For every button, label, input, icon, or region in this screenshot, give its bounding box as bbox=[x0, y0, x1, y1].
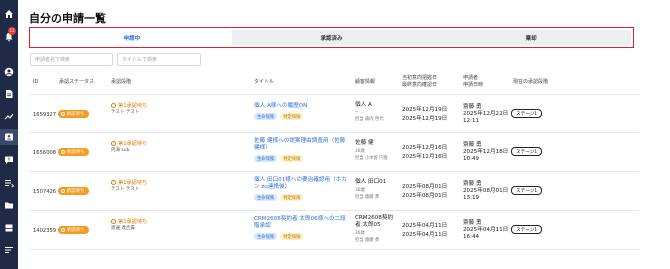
row-id: 1656008 bbox=[33, 150, 57, 156]
title-cell: 個人 田口01様への要治確認用（ホカン zu連携後） 生命保険 特定保険 bbox=[254, 177, 349, 201]
stage-cell: 第1承認待ち 渡邊 達吉貴 bbox=[111, 219, 148, 231]
table-row[interactable]: 1402359 承認待ち 第1承認待ち 渡邊 達吉貴 CRM2608契約者 太郎… bbox=[29, 211, 639, 250]
user-circle-icon[interactable] bbox=[3, 66, 15, 78]
tab-rejected[interactable]: 棄却 bbox=[431, 30, 631, 45]
header-id: ID bbox=[33, 79, 39, 85]
app-root: 11 自分の申請一覧 申請中 承認済み 棄却 申請者名で検索 タイトルで検索 I… bbox=[0, 0, 670, 269]
tab-bar-highlight: 申請中 承認済み 棄却 bbox=[29, 27, 634, 48]
table-row[interactable]: 1507426 承認待ち 第1承認待ち テスト テスト 個人 田口01様への要治… bbox=[29, 172, 639, 211]
title-cell: 個人 A様への履歴ON 生命保険 特定保険 bbox=[254, 103, 349, 120]
status-badge: 承認待ち bbox=[58, 148, 89, 156]
header-current-stage: 現在の承認段階 bbox=[513, 79, 549, 85]
request-title-link[interactable]: CRM2608契約者 太郎06様への二段階承認 bbox=[254, 216, 349, 230]
tag-life-insurance: 生命保険 bbox=[254, 113, 278, 120]
list-icon[interactable] bbox=[3, 177, 15, 189]
customer-cell: 個人 A -- 担当 森内 啓代 bbox=[355, 102, 384, 122]
header-title: タイトル bbox=[254, 79, 275, 85]
customer-cell: CRM2608契約者 太郎05 36歳 担当 齋藤 勇 bbox=[355, 215, 394, 243]
header-status: 承認ステータス bbox=[59, 79, 95, 85]
tag-life-insurance: 生命保険 bbox=[254, 233, 278, 240]
stage-cell: 第1承認待ち 内海 sub bbox=[111, 141, 148, 153]
home-icon[interactable] bbox=[3, 8, 15, 20]
table-body: 1659327 承認待ち 第1承認待ち テスト テスト 個人 A様への履歴ON … bbox=[29, 94, 639, 250]
clock-icon bbox=[61, 189, 65, 193]
clock-icon bbox=[111, 219, 116, 224]
customer-cell: 佐藤 健 36歳 担当 小木曽 円香 bbox=[355, 140, 388, 161]
header-customer: 顧客情報 bbox=[355, 79, 376, 85]
stage-cell: 第1承認待ち テスト テスト bbox=[111, 180, 148, 192]
person-card-icon[interactable] bbox=[0, 129, 18, 145]
main-content: 自分の申請一覧 申請中 承認済み 棄却 ID 承認ステータス 承認段階 タイトル… bbox=[18, 0, 670, 269]
filter-list-icon[interactable] bbox=[3, 244, 15, 256]
current-stage-button[interactable]: ステージ1 bbox=[511, 186, 543, 195]
tab-pending[interactable]: 申請中 bbox=[32, 30, 232, 45]
applicant-search-input[interactable] bbox=[30, 53, 113, 66]
title-cell: 佐藤 健様への提案理由調査用（佐藤健様） 生命保険 特定保険 bbox=[254, 138, 349, 162]
header-applied-at: 申請日時 bbox=[463, 82, 484, 88]
header-applicant: 申請者 bbox=[463, 75, 479, 81]
dates-cell: 2025年12月19日 2025年12月19日 bbox=[402, 107, 448, 122]
request-title-link[interactable]: 個人 A様への履歴ON bbox=[254, 103, 349, 110]
row-id: 1507426 bbox=[33, 189, 57, 195]
header-initial-date: 当初意向把握日 bbox=[402, 75, 438, 81]
current-stage-button[interactable]: ステージ1 bbox=[511, 225, 543, 234]
tag-specified-insurance: 特定保険 bbox=[280, 113, 304, 120]
status-badge: 承認待ち bbox=[58, 226, 89, 234]
status-badge: 承認待ち bbox=[58, 187, 89, 195]
applicant-cell: 齋藤 勇 2025年08月01日 13:19 bbox=[463, 181, 509, 201]
table-row[interactable]: 1659327 承認待ち 第1承認待ち テスト テスト 個人 A様への履歴ON … bbox=[29, 94, 639, 133]
current-stage-button[interactable]: ステージ1 bbox=[511, 109, 543, 118]
folder-icon[interactable] bbox=[3, 199, 15, 211]
dates-cell: 2025年04月11日 2025年04月11日 bbox=[402, 223, 448, 238]
tab-bar: 申請中 承認済み 棄却 bbox=[32, 30, 631, 45]
request-title-link[interactable]: 佐藤 健様への提案理由調査用（佐藤健様） bbox=[254, 138, 349, 152]
clock-icon bbox=[61, 150, 65, 154]
table-row[interactable]: 1656008 承認待ち 第1承認待ち 内海 sub 佐藤 健様への提案理由調査… bbox=[29, 133, 639, 172]
storage-icon[interactable] bbox=[3, 222, 15, 234]
clock-icon bbox=[111, 180, 116, 185]
title-search-input[interactable] bbox=[117, 53, 201, 66]
tag-life-insurance: 生命保険 bbox=[254, 155, 278, 162]
title-cell: CRM2608契約者 太郎06様への二段階承認 生命保険 特定保険 bbox=[254, 216, 349, 240]
row-id: 1402359 bbox=[33, 228, 57, 234]
filter-bar bbox=[30, 53, 201, 66]
page-title: 自分の申請一覧 bbox=[29, 12, 106, 25]
sidebar: 11 bbox=[0, 0, 18, 269]
document-icon[interactable] bbox=[3, 88, 15, 100]
current-stage-button[interactable]: ステージ1 bbox=[511, 147, 543, 156]
clock-icon bbox=[61, 228, 65, 232]
request-title-link[interactable]: 個人 田口01様への要治確認用（ホカン zu連携後） bbox=[254, 177, 349, 191]
clock-icon bbox=[61, 112, 65, 116]
applicant-cell: 齋藤 勇 2025年12月18日 10:49 bbox=[463, 142, 509, 162]
tab-approved[interactable]: 承認済み bbox=[232, 30, 432, 45]
tag-life-insurance: 生命保険 bbox=[254, 194, 278, 201]
customer-cell: 個人 田口01 36歳 担当 齋藤 勇 bbox=[355, 179, 387, 200]
tag-specified-insurance: 特定保険 bbox=[280, 233, 304, 240]
header-final-date: 最終意向確認日 bbox=[402, 82, 438, 88]
tag-specified-insurance: 特定保険 bbox=[280, 194, 304, 201]
trend-chart-icon[interactable] bbox=[3, 110, 15, 122]
dates-cell: 2025年08月01日 2025年08月01日 bbox=[402, 184, 448, 199]
stage-cell: 第1承認待ち テスト テスト bbox=[111, 103, 148, 115]
header-stage: 承認段階 bbox=[111, 79, 132, 85]
chat-alert-icon[interactable] bbox=[3, 154, 15, 166]
row-id: 1659327 bbox=[33, 112, 57, 118]
dates-cell: 2025年12月16日 2025年12月16日 bbox=[402, 145, 448, 160]
clock-icon bbox=[111, 141, 116, 146]
applicant-cell: 齋藤 勇 2025年12月22日 12:11 bbox=[463, 104, 509, 124]
tag-specified-insurance: 特定保険 bbox=[280, 155, 304, 162]
clock-icon bbox=[111, 103, 116, 108]
table-header: ID 承認ステータス 承認段階 タイトル 顧客情報 当初意向把握日 最終意向確認… bbox=[29, 75, 639, 93]
notification-badge: 11 bbox=[8, 27, 16, 35]
applicant-cell: 齋藤 勇 2025年04月11日 16:44 bbox=[463, 220, 509, 240]
status-badge: 承認待ち bbox=[58, 110, 89, 118]
